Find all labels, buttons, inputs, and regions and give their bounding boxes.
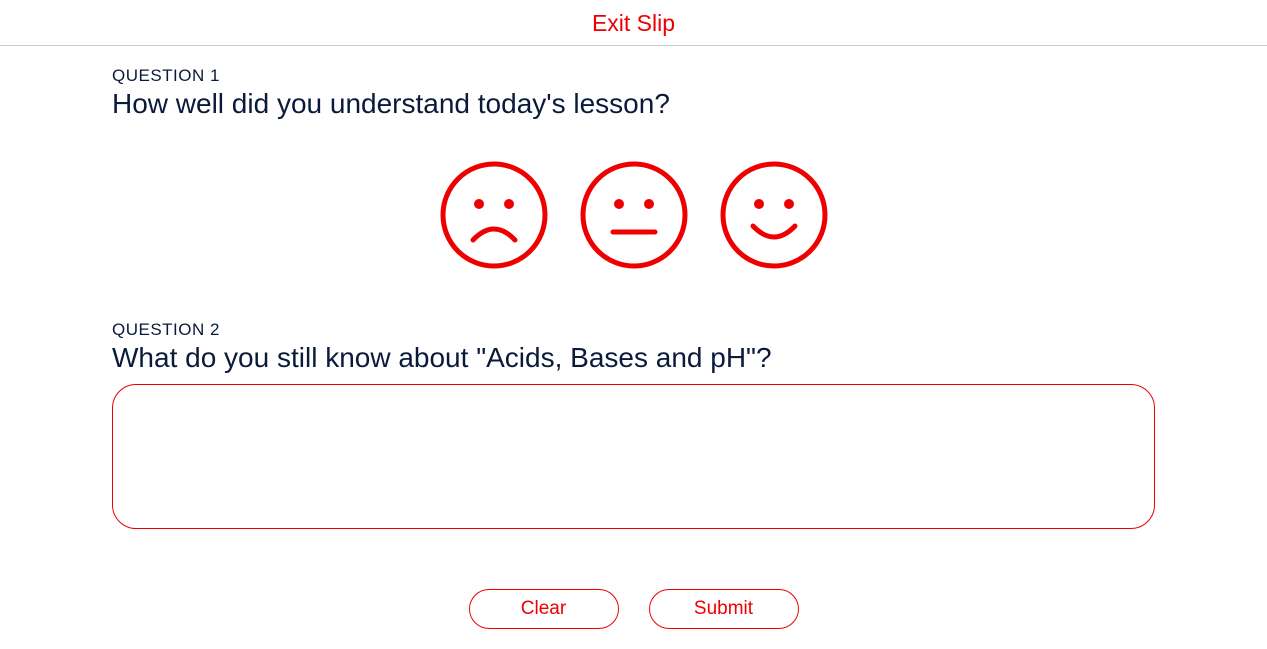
neutral-face-icon <box>579 160 689 270</box>
question-2-text: What do you still know about "Acids, Bas… <box>112 342 1155 374</box>
question-2-block: QUESTION 2 What do you still know about … <box>112 320 1155 534</box>
form-content: QUESTION 1 How well did you understand t… <box>0 46 1267 649</box>
submit-button[interactable]: Submit <box>649 589 799 629</box>
question-2-label: QUESTION 2 <box>112 320 1155 340</box>
page-title: Exit Slip <box>592 10 675 36</box>
question-1-text: How well did you understand today's less… <box>112 88 1155 120</box>
rating-faces <box>112 160 1155 270</box>
sad-face-icon <box>439 160 549 270</box>
button-row: Clear Submit <box>112 589 1155 649</box>
question-1-label: QUESTION 1 <box>112 66 1155 86</box>
happy-face-icon <box>719 160 829 270</box>
happy-face-option[interactable] <box>719 160 829 270</box>
answer-textarea[interactable] <box>112 384 1155 529</box>
question-1-block: QUESTION 1 How well did you understand t… <box>112 66 1155 270</box>
page-header: Exit Slip <box>0 0 1267 46</box>
sad-face-option[interactable] <box>439 160 549 270</box>
clear-button[interactable]: Clear <box>469 589 619 629</box>
neutral-face-option[interactable] <box>579 160 689 270</box>
